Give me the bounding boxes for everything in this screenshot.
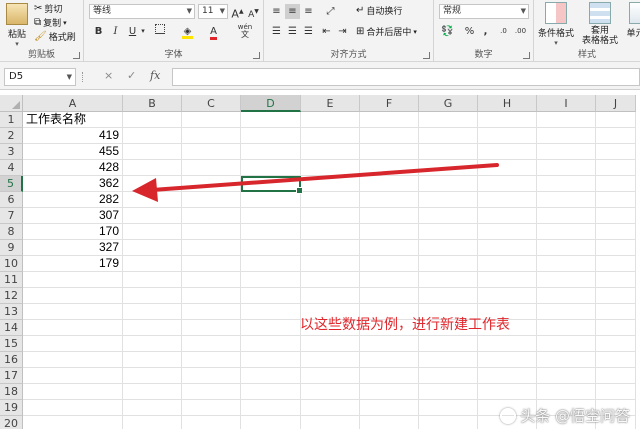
conditional-formatting-icon (545, 2, 567, 24)
comma-style-button[interactable]: , (478, 24, 493, 39)
wrap-text-button[interactable]: ↵ 自动换行 (356, 4, 402, 17)
number-dialog-launcher-icon[interactable] (523, 52, 530, 59)
bold-button[interactable]: B (91, 24, 106, 39)
increase-indent-icon[interactable]: ⇥ (335, 24, 350, 39)
fill-color-icon[interactable]: ◈ (180, 24, 195, 39)
clipboard-group: 粘贴 ▾ ✂ 剪切 ⧉ 复制 ▾ 🖌 格式刷 剪贴板 (0, 0, 84, 62)
format-painter-button[interactable]: 🖌 格式刷 (34, 30, 76, 43)
border-icon[interactable] (152, 24, 167, 39)
grow-font-button[interactable]: A▲ (230, 4, 245, 21)
decrease-decimal-icon[interactable]: .00 (513, 24, 528, 39)
chevron-down-icon: ▼ (219, 7, 225, 15)
wrap-text-icon: ↵ (356, 5, 365, 16)
chevron-down-icon: ▼ (520, 7, 526, 15)
copy-icon: ⧉ (34, 17, 42, 28)
alignment-dialog-launcher-icon[interactable] (423, 52, 430, 59)
clipboard-group-label: 剪贴板 (27, 50, 55, 60)
alignment-group: ≡ ≡ ≡ ⤢ ↵ 自动换行 ☰ ☰ ☰ ⇤ ⇥ ⊞ 合并后居中 ▾ 对齐方式 (264, 0, 434, 62)
enter-icon[interactable]: ✓ (127, 69, 136, 82)
font-size-value: 11 (202, 6, 214, 16)
cut-label: 剪切 (44, 5, 63, 15)
align-right-icon[interactable]: ☰ (301, 24, 316, 39)
formula-input[interactable] (172, 68, 640, 86)
paste-button[interactable]: 粘贴 ▾ (4, 3, 30, 48)
annotation-text: 以这些数据为例，进行新建工作表 (300, 317, 510, 333)
formula-bar-splitter[interactable] (82, 72, 84, 82)
currency-icon[interactable]: 💱 (440, 24, 455, 39)
formula-bar: D5 ▼ × ✓ fx (0, 62, 640, 90)
font-dialog-launcher-icon[interactable] (253, 52, 260, 59)
watermark-text: 头条 @悟空问答 (520, 407, 630, 425)
align-center-icon[interactable]: ☰ (285, 24, 300, 39)
number-format-dropdown[interactable]: 常规 ▼ (439, 4, 529, 19)
paste-icon (6, 3, 28, 25)
clipboard-dialog-launcher-icon[interactable] (73, 52, 80, 59)
copy-button[interactable]: ⧉ 复制 ▾ (34, 16, 67, 29)
cut-button[interactable]: ✂ 剪切 (34, 2, 62, 15)
styles-group: 条件格式 ▾ 套用 表格格式 单元格 样式 (534, 0, 640, 62)
paintbrush-icon: 🖌 (34, 31, 47, 42)
font-color-button[interactable]: A (206, 24, 221, 40)
underline-button[interactable]: U (125, 24, 140, 39)
cell-styles-icon (629, 2, 640, 24)
ribbon: 粘贴 ▾ ✂ 剪切 ⧉ 复制 ▾ 🖌 格式刷 剪贴板 等线 ▼ 11 ▼ A▲ (0, 0, 640, 62)
number-group: 常规 ▼ 💱 % , .0 .00 数字 (434, 0, 534, 62)
underline-dropdown-icon[interactable]: ▾ (139, 24, 147, 39)
font-size-dropdown[interactable]: 11 ▼ (198, 4, 228, 19)
format-as-table-button[interactable]: 套用 表格格式 (580, 2, 620, 46)
name-box[interactable]: D5 ▼ (4, 68, 76, 86)
font-name-dropdown[interactable]: 等线 ▼ (89, 4, 195, 19)
conditional-formatting-button[interactable]: 条件格式 ▾ (538, 2, 574, 47)
font-group-label: 字体 (164, 50, 183, 60)
align-bottom-icon[interactable]: ≡ (301, 4, 316, 19)
shrink-font-button[interactable]: A▼ (246, 4, 261, 20)
scissors-icon: ✂ (34, 3, 43, 14)
number-group-label: 数字 (474, 50, 493, 60)
cancel-icon[interactable]: × (104, 69, 113, 82)
chevron-down-icon: ▼ (66, 73, 72, 81)
worksheet-grid: ABCDEFGHIJ 1 2 3 4 5 6 7 8 9 10 11 12 13 14 15 16 17 18 19… (0, 95, 640, 429)
increase-decimal-icon[interactable]: .0 (496, 24, 511, 39)
italic-button[interactable]: I (108, 24, 123, 39)
align-middle-icon[interactable]: ≡ (285, 4, 300, 19)
merge-cells-icon: ⊞ (356, 26, 365, 37)
percent-button[interactable]: % (462, 24, 477, 39)
watermark-logo-icon (500, 407, 517, 424)
decrease-indent-icon[interactable]: ⇤ (319, 24, 334, 39)
styles-group-label: 样式 (577, 50, 596, 60)
cell-styles-button[interactable]: 单元格 (622, 2, 640, 39)
font-name-value: 等线 (93, 6, 112, 16)
align-top-icon[interactable]: ≡ (269, 4, 284, 19)
format-painter-label: 格式刷 (48, 33, 76, 43)
arrow-head (132, 178, 158, 202)
phonetic-guide-icon[interactable]: wén 文 (234, 23, 256, 39)
copy-label: 复制 (43, 19, 62, 29)
orientation-icon[interactable]: ⤢ (323, 4, 338, 19)
watermark: 头条 @悟空问答 (500, 405, 630, 426)
paste-label: 粘贴 (7, 30, 26, 40)
arrow-shaft (150, 163, 499, 192)
format-as-table-icon (589, 2, 611, 24)
insert-function-icon[interactable]: fx (150, 69, 160, 82)
merge-center-button[interactable]: ⊞ 合并后居中 ▾ (356, 25, 417, 38)
font-group: 等线 ▼ 11 ▼ A▲ A▼ B I U ▾ ◈ A wén 文 字体 (84, 0, 264, 62)
chevron-down-icon: ▼ (186, 7, 192, 15)
alignment-group-label: 对齐方式 (330, 50, 367, 60)
align-left-icon[interactable]: ☰ (269, 24, 284, 39)
annotation-arrow (132, 163, 499, 202)
